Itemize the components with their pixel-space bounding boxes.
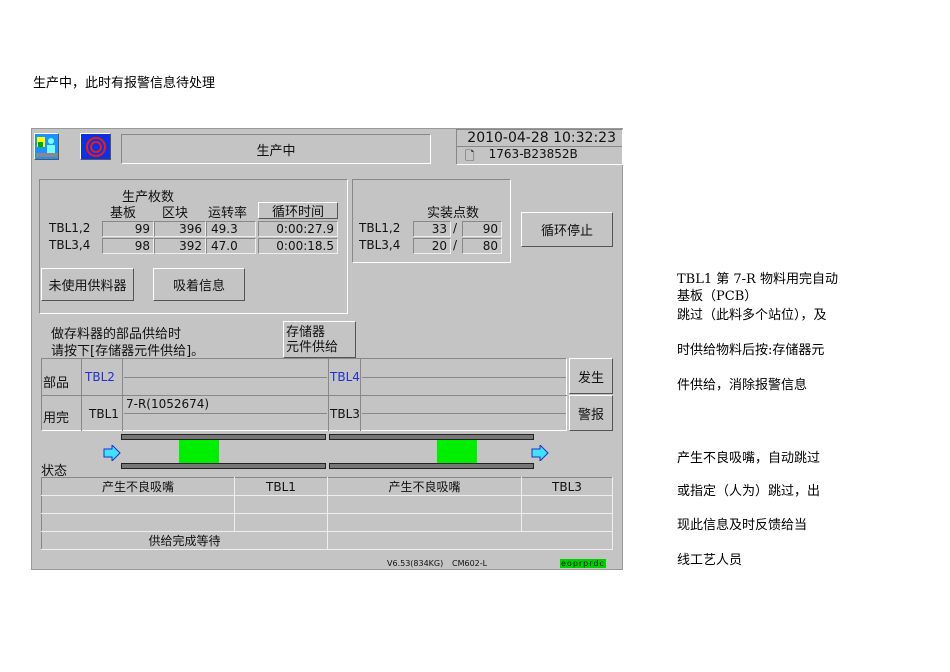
note-line: 线工艺人员 — [677, 553, 743, 568]
header-block: 区块 — [162, 206, 189, 221]
tbl1-label: TBL1 — [89, 407, 119, 421]
row-label: TBL1,2 — [49, 221, 91, 235]
col-header: 产生不良吸嘴 — [41, 477, 235, 496]
flow-arrow-icon — [103, 443, 121, 464]
divider — [41, 395, 567, 396]
tbl2-field — [124, 377, 327, 378]
empty-label: 用完 — [43, 411, 70, 426]
conveyor-rail-top-left — [121, 434, 326, 440]
status-cell — [327, 513, 522, 532]
model: CM602-L — [452, 559, 488, 568]
placed-count: 33 — [413, 221, 451, 237]
run-rate: 49.3 — [206, 221, 256, 237]
status-cell — [41, 513, 235, 532]
page-caption: 生产中，此时有报警信息待处理 — [33, 76, 216, 91]
total-count: 80 — [462, 238, 502, 254]
flow-arrow-icon — [531, 443, 549, 464]
cycle-stop-button[interactable]: 循环停止 — [521, 212, 613, 247]
header-board: 基板 — [110, 206, 137, 221]
program-name: 1763-B23852B — [488, 147, 578, 161]
note-line: 或指定（人为）跳过，出 — [677, 484, 821, 499]
note-line: 跳过（此料多个站位），及 — [677, 308, 827, 323]
note-line: 现此信息及时反馈给当 — [677, 518, 808, 533]
divider — [122, 358, 123, 431]
status-cell — [234, 495, 328, 514]
storage-supply-label-2: 元件供给 — [286, 339, 339, 355]
block-count: 392 — [154, 238, 206, 254]
machine-screen: 生产中 2010-04-28 10:32:23 🗋 1763-B23852B 生产… — [31, 128, 623, 570]
divider — [360, 358, 361, 431]
tbl2-label: TBL2 — [85, 370, 115, 384]
occur-button[interactable]: 发生 — [569, 358, 613, 394]
header-rate: 运转率 — [208, 206, 248, 221]
document-icon: 🗋 — [465, 149, 475, 163]
row-label: TBL3,4 — [49, 238, 91, 252]
conveyor-rail-bottom-left — [121, 463, 326, 469]
storage-supply-button[interactable]: 存储器 元件供给 — [283, 321, 356, 358]
board-left — [179, 440, 219, 463]
board-count: 99 — [102, 221, 154, 237]
status-indicator: eoprprdc — [560, 559, 606, 568]
conveyor-rail-bottom-right — [329, 463, 534, 469]
board-count: 98 — [102, 238, 154, 254]
col-header: TBL3 — [521, 477, 613, 496]
total-count: 90 — [462, 221, 502, 237]
note-line: 时供给物料后按:存储器元 — [677, 343, 825, 358]
tbl1-field — [124, 413, 327, 414]
note-line: 产生不良吸嘴，自动跳过 — [677, 451, 821, 466]
unused-feeder-button[interactable]: 未使用供料器 — [41, 268, 134, 301]
version: V6.53(834KG) — [387, 559, 444, 568]
placed-count: 20 — [413, 238, 451, 254]
divider — [328, 358, 329, 431]
block-count: 396 — [154, 221, 206, 237]
note-line: 件供给，消除报警信息 — [677, 378, 808, 393]
tbl1-value: 7-R(1052674) — [126, 397, 210, 411]
supply-wait-status: 供给完成等待 — [41, 531, 328, 550]
status-cell — [234, 513, 328, 532]
status-cell — [521, 495, 613, 514]
tbl4-label: TBL4 — [330, 370, 360, 384]
status-table: 产生不良吸嘴 TBL1 产生不良吸嘴 TBL3 供给完成等待 — [41, 477, 613, 550]
logo-icon[interactable] — [80, 133, 111, 160]
alarm-button[interactable]: 警报 — [569, 395, 613, 431]
status-cell — [521, 513, 613, 532]
conveyor-rail-top-right — [329, 434, 534, 440]
datetime: 2010-04-28 10:32:23 — [467, 130, 616, 146]
status-title: 生产中 — [121, 134, 431, 164]
header-cycle-time-button[interactable]: 循环时间 — [258, 202, 338, 220]
tbl4-field — [362, 377, 566, 378]
hint-line-2: 请按下[存储器元件供给]。 — [51, 344, 205, 359]
status-cell — [327, 531, 613, 550]
cycle-time: 0:00:27.9 — [258, 221, 338, 237]
board-right — [437, 440, 477, 463]
col-header: TBL1 — [234, 477, 328, 496]
status-cell — [327, 495, 522, 514]
operator-icon[interactable] — [34, 133, 59, 160]
placement-title: 实装点数 — [427, 206, 480, 221]
tbl3-field — [362, 413, 566, 414]
storage-supply-label-1: 存储器 — [286, 324, 326, 340]
slash: / — [453, 221, 458, 235]
cycle-time: 0:00:18.5 — [258, 238, 338, 254]
parts-label: 部品 — [43, 376, 70, 391]
note-line: 基板（PCB） — [677, 289, 758, 304]
col-header: 产生不良吸嘴 — [327, 477, 522, 496]
row-label: TBL3,4 — [359, 238, 401, 252]
pickup-info-button[interactable]: 吸着信息 — [153, 268, 245, 301]
row-label: TBL1,2 — [359, 221, 401, 235]
status-cell — [41, 495, 235, 514]
divider — [81, 358, 82, 431]
datetime-box: 2010-04-28 10:32:23 🗋 1763-B23852B — [456, 129, 623, 165]
tbl3-label: TBL3 — [330, 407, 360, 421]
run-rate: 47.0 — [206, 238, 256, 254]
slash: / — [453, 238, 458, 252]
